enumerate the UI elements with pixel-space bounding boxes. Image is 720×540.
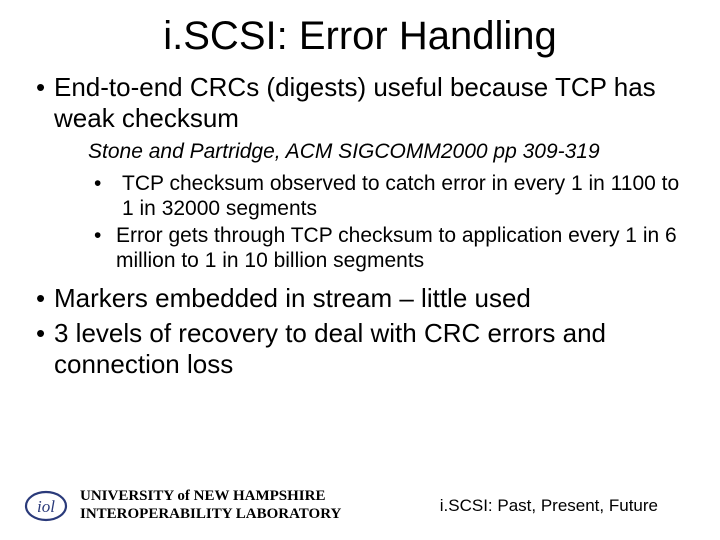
footer-right: i.SCSI: Past, Present, Future xyxy=(440,496,658,516)
citation: Stone and Partridge, ACM SIGCOMM2000 pp … xyxy=(88,139,690,164)
footer: iol UNIVERSITY of NEW HAMPSHIRE INTEROPE… xyxy=(0,474,720,524)
org-name: UNIVERSITY of NEW HAMPSHIRE INTEROPERABI… xyxy=(80,487,341,525)
bullet-markers-text: Markers embedded in stream – little used xyxy=(54,283,531,313)
subbullet-error-through: Error gets through TCP checksum to appli… xyxy=(94,223,690,273)
slide-body: End-to-end CRCs (digests) useful because… xyxy=(36,72,690,383)
org-line2: INTEROPERABILITY LABORATORY xyxy=(80,505,341,524)
bullet-recovery-text: 3 levels of recovery to deal with CRC er… xyxy=(54,318,606,379)
org-line1: UNIVERSITY of NEW HAMPSHIRE xyxy=(80,487,341,506)
slide-title: i.SCSI: Error Handling xyxy=(0,14,720,59)
svg-text:iol: iol xyxy=(37,497,55,516)
subbullet-error-through-text: Error gets through TCP checksum to appli… xyxy=(116,224,677,272)
bullet-markers: Markers embedded in stream – little used xyxy=(36,283,690,314)
spacer xyxy=(36,275,690,283)
citation-text: Stone and Partridge, ACM SIGCOMM2000 pp … xyxy=(88,140,600,163)
slide: i.SCSI: Error Handling End-to-end CRCs (… xyxy=(0,0,720,540)
bullet-crc: End-to-end CRCs (digests) useful because… xyxy=(36,72,690,133)
subbullet-checksum-catch-text: TCP checksum observed to catch error in … xyxy=(122,172,679,220)
bullet-crc-text: End-to-end CRCs (digests) useful because… xyxy=(54,72,656,133)
iol-logo-icon: iol xyxy=(24,490,68,522)
bullet-recovery: 3 levels of recovery to deal with CRC er… xyxy=(36,318,690,379)
footer-right-text: i.SCSI: Past, Present, Future xyxy=(440,496,658,515)
subbullet-checksum-catch: TCP checksum observed to catch error in … xyxy=(94,171,690,221)
